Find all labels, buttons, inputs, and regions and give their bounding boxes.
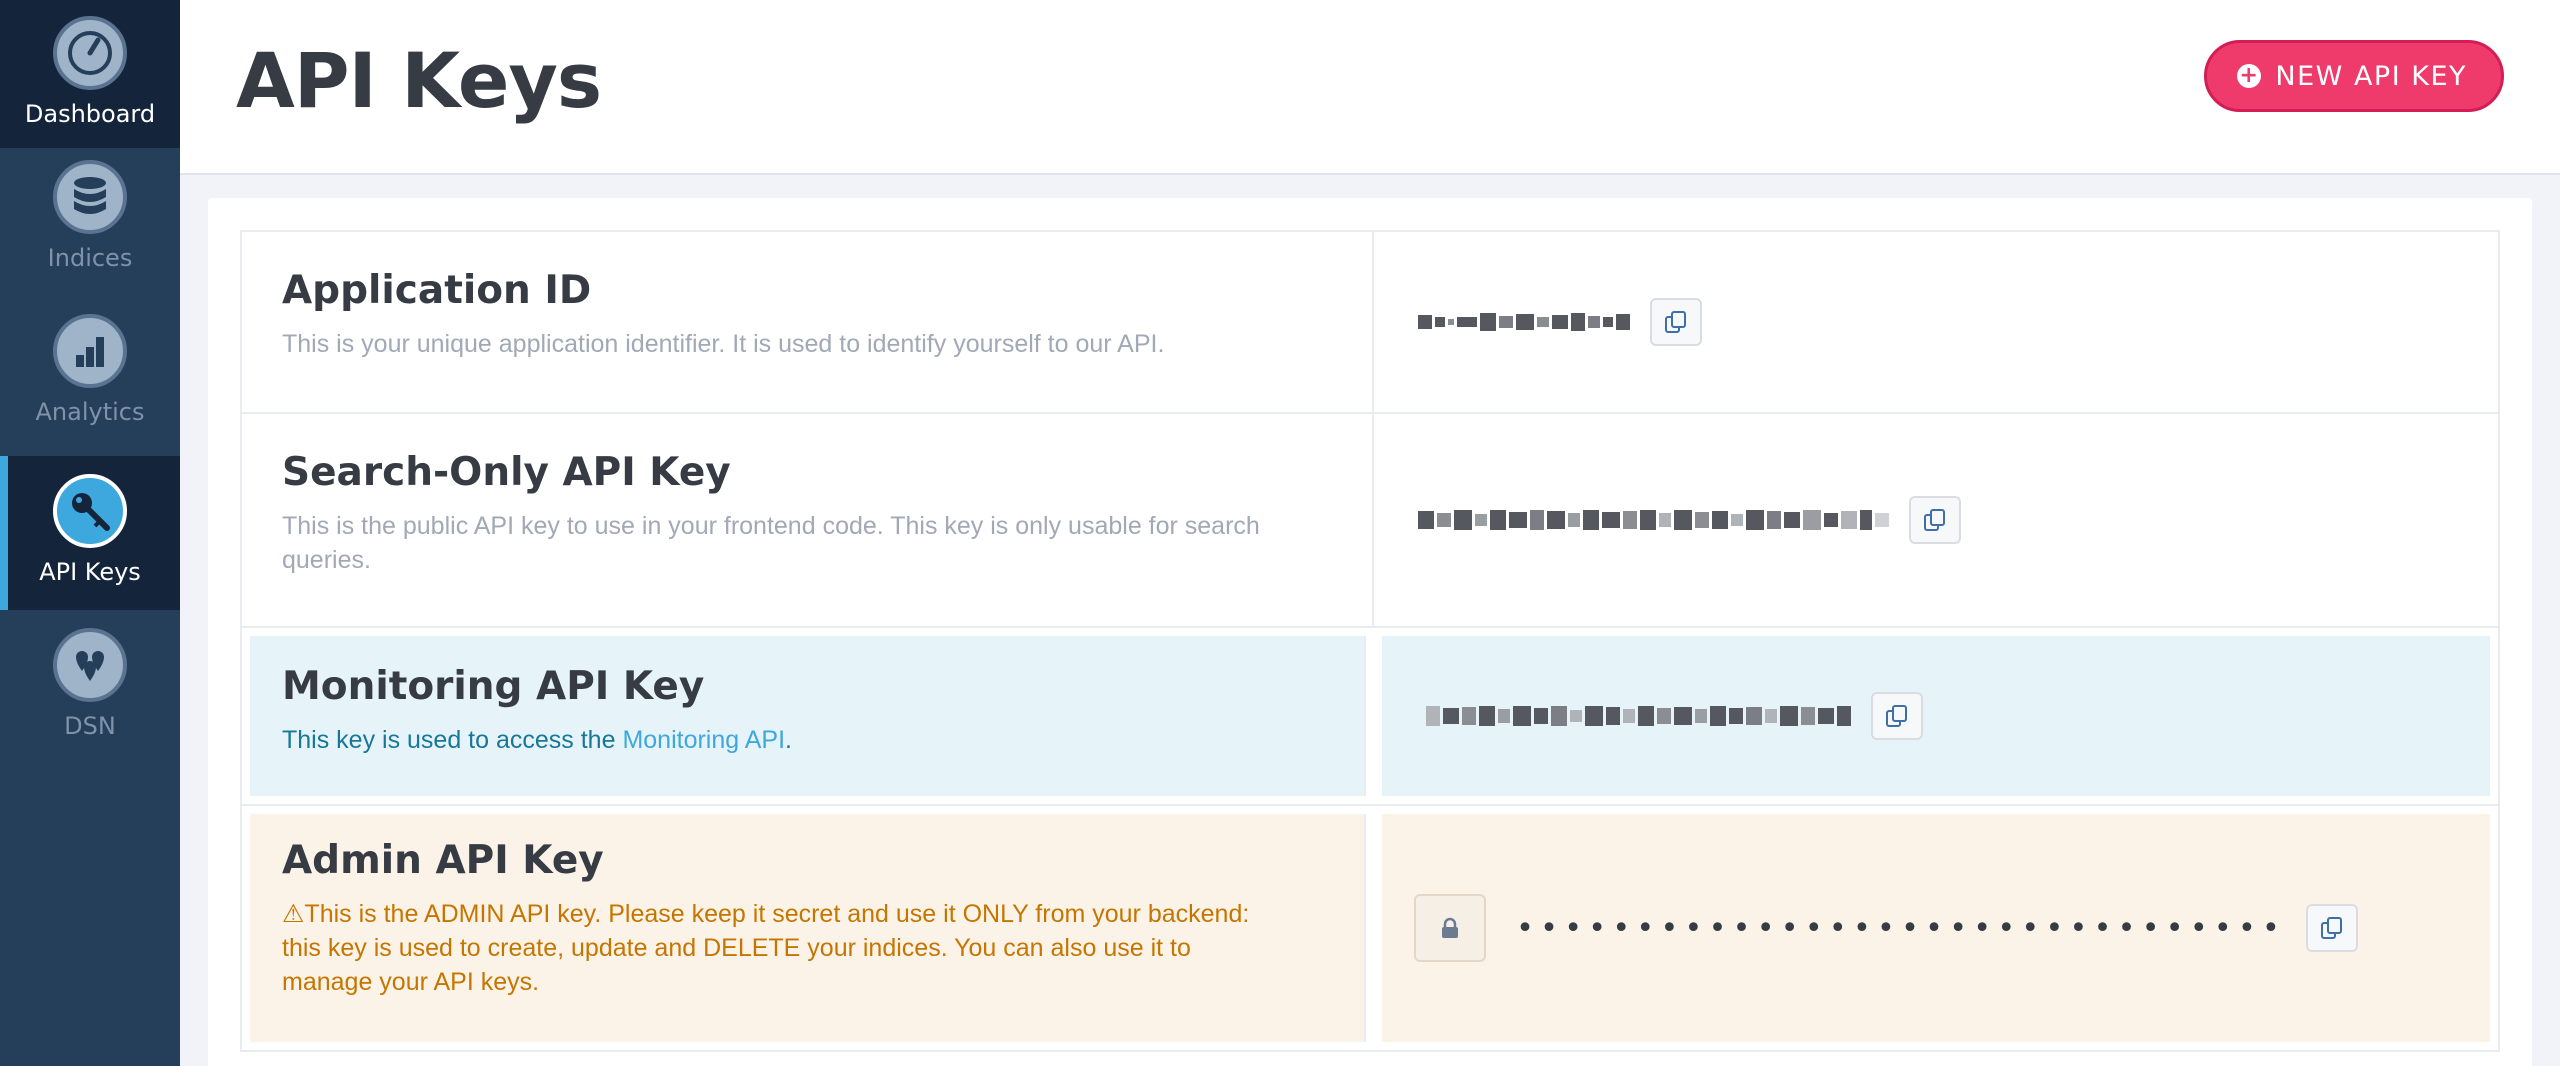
application-id-row: Application ID This is your unique appli… <box>240 230 2500 414</box>
plus-circle-icon: + <box>2237 64 2262 88</box>
sidebar-item-dsn[interactable]: DSN <box>0 628 180 740</box>
map-pins-icon <box>53 628 127 702</box>
search-only-key-value-cell <box>1374 414 2498 626</box>
admin-key-description: This is the ADMIN API key. Please keep i… <box>282 900 1250 996</box>
monitoring-api-link[interactable]: Monitoring API <box>622 726 785 754</box>
copy-search-only-key-button[interactable] <box>1909 496 1961 544</box>
search-only-key-value-redacted <box>1418 506 1889 534</box>
sidebar-item-indices[interactable]: Indices <box>0 160 180 272</box>
copy-icon <box>2320 917 2342 939</box>
admin-key-warning: ⚠This is the ADMIN API key. Please keep … <box>282 897 1364 999</box>
monitoring-key-description: This key is used to access the Monitorin… <box>282 723 1364 757</box>
database-icon <box>53 160 127 234</box>
new-api-key-label: NEW API KEY <box>2275 60 2467 92</box>
copy-icon <box>1665 311 1686 333</box>
sidebar-item-label: API Keys <box>39 558 141 586</box>
sidebar: Dashboard Indices Analytics API Keys DSN <box>0 0 180 1066</box>
monitoring-key-info: Monitoring API Key This key is used to a… <box>250 636 1366 796</box>
application-id-value-cell <box>1374 232 2498 412</box>
search-only-key-description: This is the public API key to use in you… <box>282 512 1260 574</box>
monitoring-key-title: Monitoring API Key <box>282 664 705 709</box>
sidebar-item-analytics[interactable]: Analytics <box>0 314 180 426</box>
monitoring-desc-text: This key is used to access the <box>282 726 623 754</box>
admin-key-title: Admin API Key <box>282 838 604 883</box>
sidebar-item-label: Dashboard <box>24 100 156 128</box>
sidebar-item-dashboard[interactable]: Dashboard <box>0 0 180 148</box>
warning-icon: ⚠ <box>282 900 305 928</box>
admin-key-value-cell: •••••••••••••••••••••••••••••••• <box>1382 814 2490 1042</box>
sidebar-item-api-keys[interactable]: API Keys <box>0 456 180 610</box>
bar-chart-icon <box>53 314 127 388</box>
page-title: API Keys <box>236 36 602 125</box>
speedometer-icon <box>53 16 127 90</box>
new-api-key-button[interactable]: + NEW API KEY <box>2204 40 2504 112</box>
search-only-key-info: Search-Only API Key This is the public A… <box>242 414 1374 626</box>
lock-icon <box>1442 917 1458 938</box>
api-keys-card: Application ID This is your unique appli… <box>208 198 2532 1066</box>
application-id-description: This is your unique application identifi… <box>282 330 1165 358</box>
key-icon <box>53 474 127 548</box>
monitoring-key-value-redacted <box>1426 702 1851 730</box>
copy-admin-key-button[interactable] <box>2305 904 2358 952</box>
sidebar-item-label: Indices <box>47 244 133 272</box>
copy-icon <box>1886 705 1907 727</box>
unlock-admin-key-button[interactable] <box>1414 894 1486 962</box>
monitoring-key-value-cell <box>1382 636 2490 796</box>
application-id-info: Application ID This is your unique appli… <box>242 232 1374 412</box>
sidebar-item-label: Analytics <box>35 398 145 426</box>
monitoring-desc-suffix: . <box>785 726 792 754</box>
application-id-value-redacted <box>1418 308 1630 336</box>
sidebar-item-label: DSN <box>64 712 116 740</box>
search-only-key-row: Search-Only API Key This is the public A… <box>240 412 2500 628</box>
admin-key-info: Admin API Key ⚠This is the ADMIN API key… <box>250 814 1366 1042</box>
application-id-title: Application ID <box>282 268 592 313</box>
monitoring-key-row: Monitoring API Key This key is used to a… <box>240 626 2500 806</box>
copy-application-id-button[interactable] <box>1650 298 1702 346</box>
search-only-key-title: Search-Only API Key <box>282 450 731 495</box>
page-header: API Keys + NEW API KEY <box>180 0 2560 175</box>
admin-key-masked-value: •••••••••••••••••••••••••••••••• <box>1516 910 2286 946</box>
admin-key-row: Admin API Key ⚠This is the ADMIN API key… <box>240 804 2500 1052</box>
copy-monitoring-key-button[interactable] <box>1871 692 1923 740</box>
copy-icon <box>1924 509 1945 531</box>
